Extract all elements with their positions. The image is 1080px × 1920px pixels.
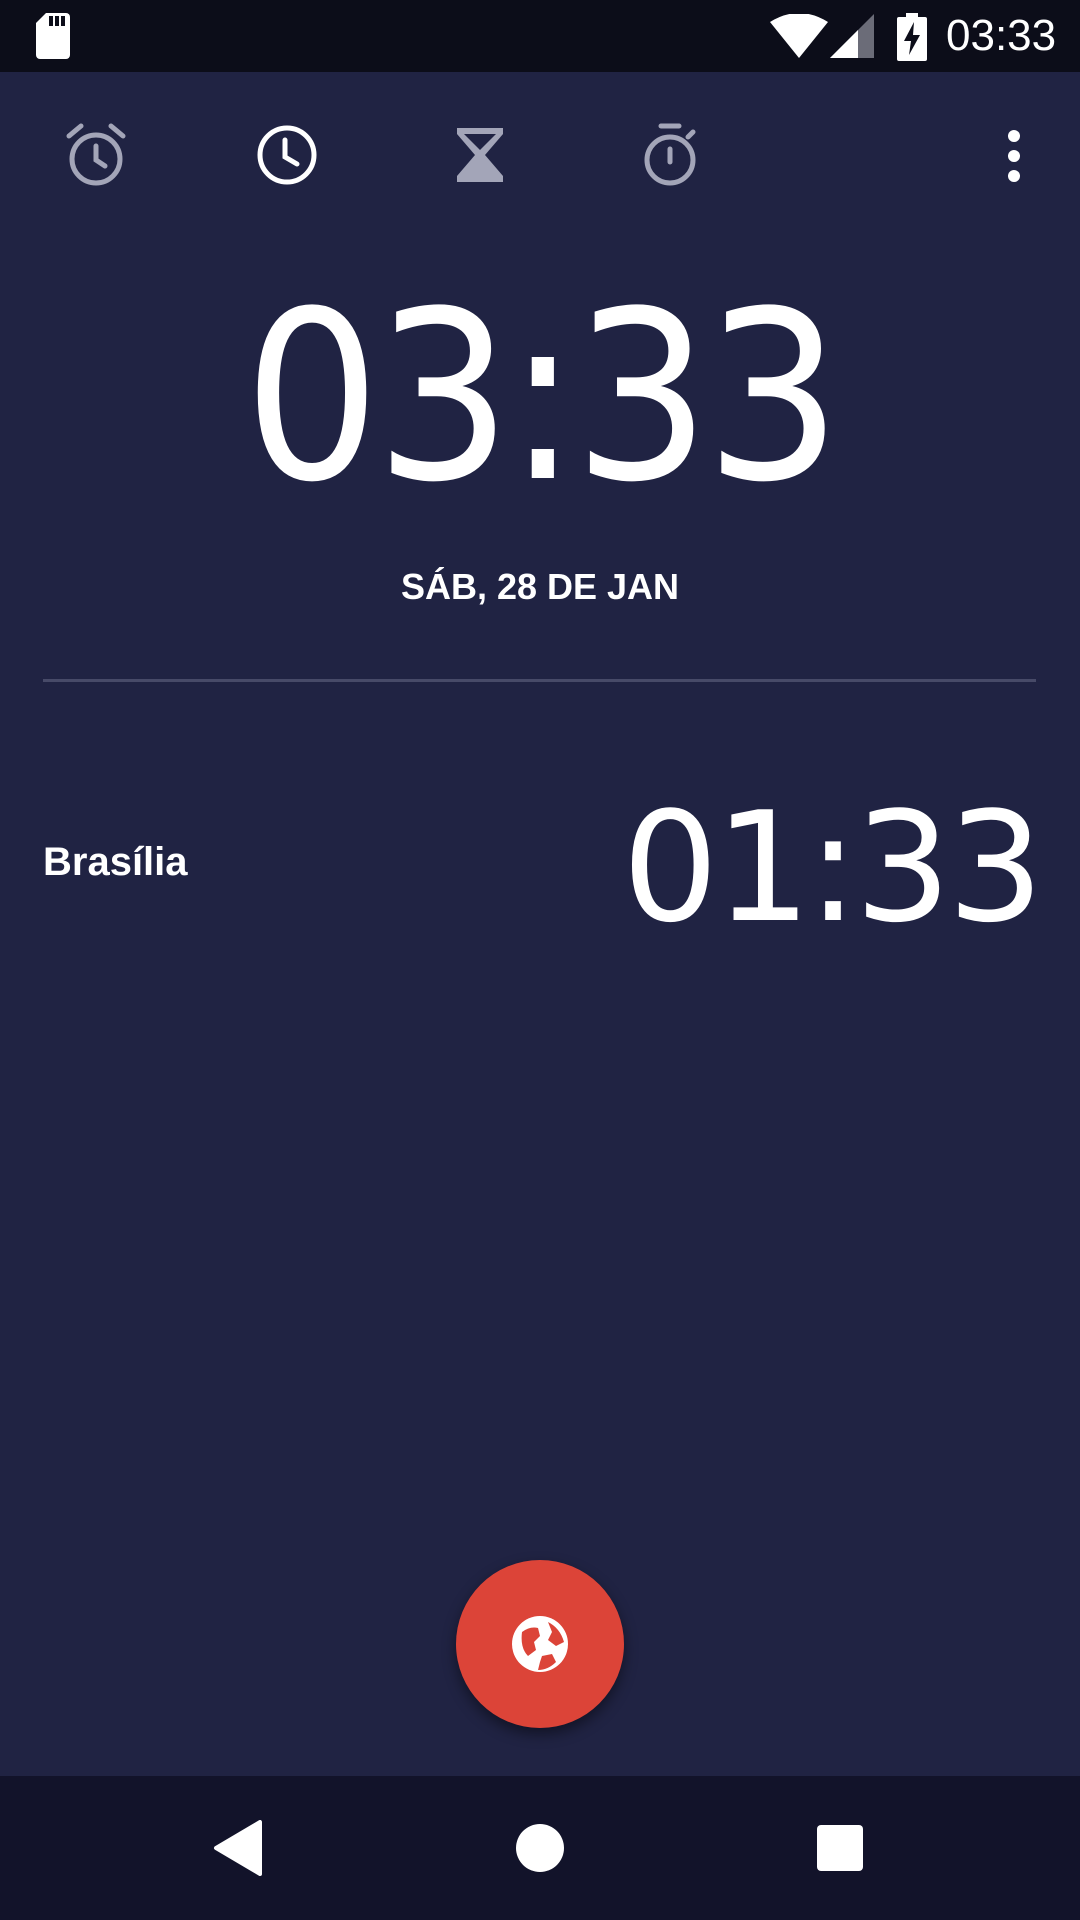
- wifi-icon: [770, 14, 828, 58]
- battery-charging-icon: [897, 13, 927, 61]
- cell-signal-icon: [830, 14, 874, 58]
- home-button[interactable]: [490, 1800, 590, 1896]
- more-vert-icon: [1008, 130, 1020, 182]
- overflow-menu-button[interactable]: [978, 116, 1050, 196]
- tab-stopwatch[interactable]: [617, 110, 727, 200]
- home-icon: [516, 1824, 564, 1872]
- stopwatch-icon: [644, 123, 696, 186]
- globe-icon: [512, 1616, 568, 1672]
- alarm-clock-icon: [66, 123, 126, 186]
- main-clock-date: SÁB, 28 DE JAN: [400, 566, 680, 607]
- status-bar: 03:33: [0, 0, 1080, 72]
- world-clock-time: 01:33: [621, 779, 1044, 956]
- divider: [43, 679, 1036, 682]
- status-time: 03:33: [946, 11, 1057, 60]
- tab-timer[interactable]: [425, 110, 535, 200]
- tab-alarm[interactable]: [41, 110, 151, 200]
- add-city-button[interactable]: [456, 1560, 624, 1728]
- sd-card-icon: [36, 13, 70, 59]
- back-icon: [214, 1820, 262, 1876]
- tab-clock[interactable]: [232, 110, 342, 200]
- world-clock-city: Brasília: [43, 840, 188, 884]
- recents-button[interactable]: [790, 1800, 890, 1896]
- hourglass-icon: [457, 128, 503, 182]
- recents-icon: [817, 1825, 863, 1871]
- main-clock-time: 03:33: [243, 262, 842, 534]
- back-button[interactable]: [190, 1800, 290, 1896]
- clock-icon: [257, 125, 317, 185]
